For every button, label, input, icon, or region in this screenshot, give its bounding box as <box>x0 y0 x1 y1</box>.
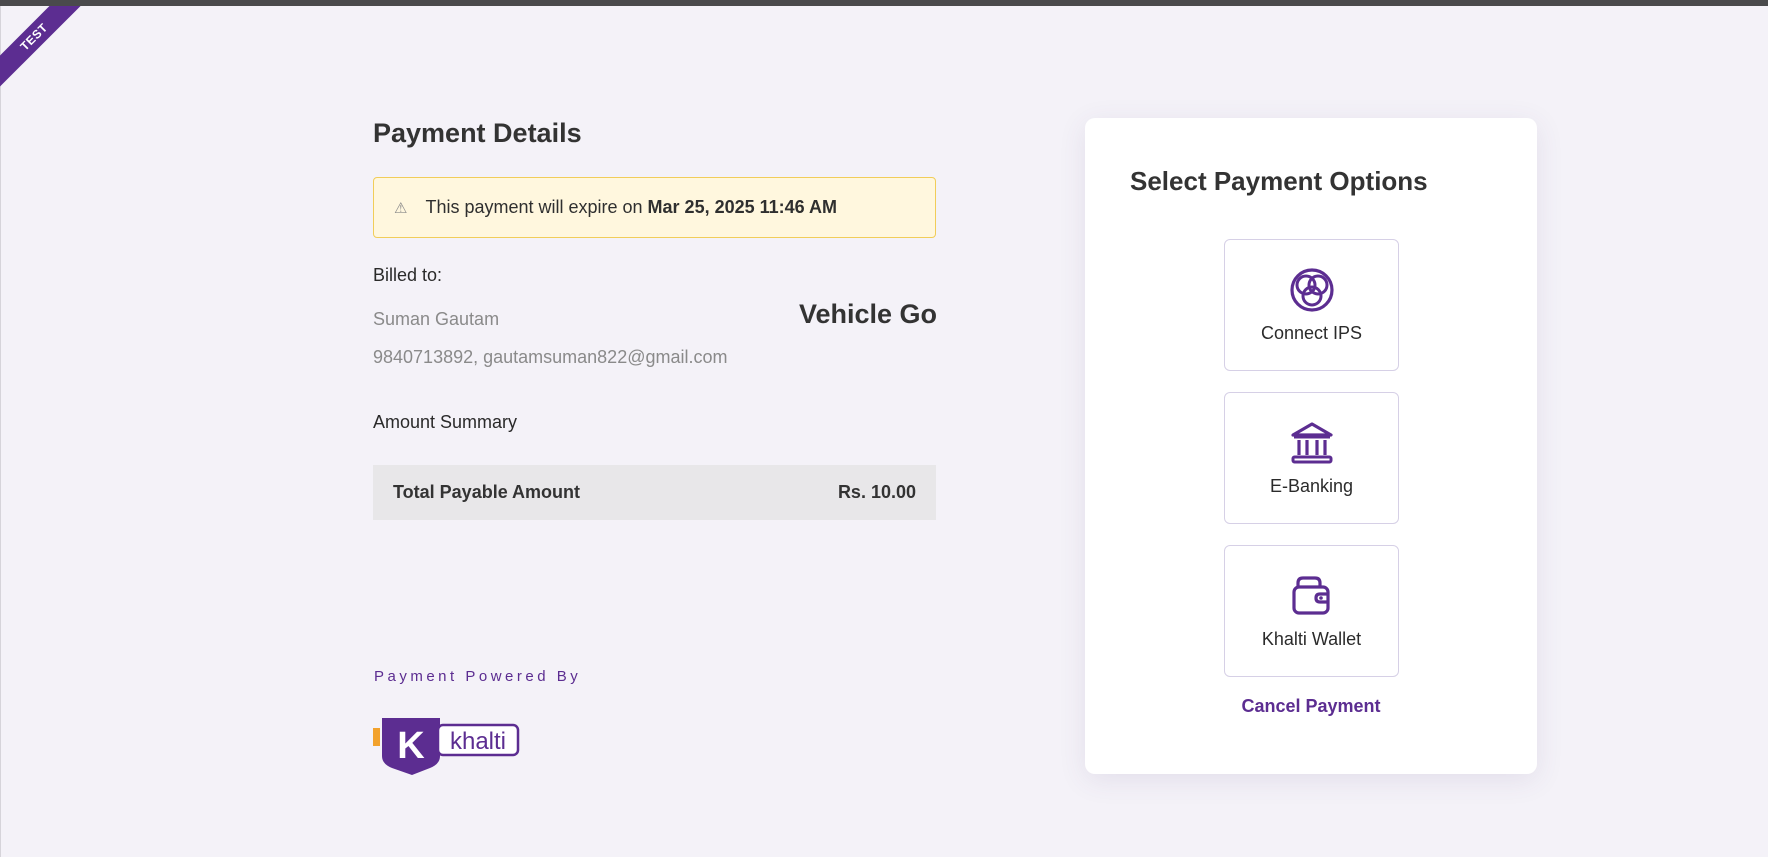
merchant-name: Vehicle Go <box>798 299 937 329</box>
payment-options-title: Select Payment Options <box>1130 166 1428 196</box>
window-top-bar <box>0 0 1768 6</box>
cancel-payment-link[interactable]: Cancel Payment <box>1085 696 1537 717</box>
khalti-logo-text: khalti <box>450 728 506 755</box>
expiry-datetime: Mar 25, 2025 11:46 AM <box>647 197 837 217</box>
amount-summary-label: Amount Summary <box>373 412 518 432</box>
expiry-notice-text: This payment will expire on <box>425 197 643 217</box>
option-label: E-Banking <box>1269 475 1354 496</box>
bank-icon <box>1290 421 1333 463</box>
billed-to-label: Billed to: <box>373 265 443 285</box>
connect-ips-icon <box>1289 267 1334 312</box>
powered-by-label: Payment Powered By <box>374 668 582 685</box>
test-ribbon: TEST <box>0 6 90 96</box>
total-payable-row: Total Payable Amount Rs. 10.00 <box>373 465 936 520</box>
total-payable-label: Total Payable Amount <box>393 482 581 502</box>
khalti-logo-letter: K <box>397 725 425 767</box>
window-left-border <box>0 6 1 857</box>
total-payable-value: Rs. 10.00 <box>837 482 916 502</box>
option-e-banking[interactable]: E-Banking <box>1224 392 1399 524</box>
option-label: Khalti Wallet <box>1261 628 1362 649</box>
expiry-notice: ⚠ This payment will expire on Mar 25, 20… <box>373 177 936 238</box>
test-ribbon-label: TEST <box>0 6 90 95</box>
wallet-icon <box>1291 575 1330 615</box>
page-title: Payment Details <box>373 118 582 148</box>
khalti-logo: K khalti <box>372 714 522 781</box>
warning-icon: ⚠ <box>394 199 408 217</box>
customer-name: Suman Gautam <box>373 309 500 329</box>
payment-options-card: Select Payment Options Connect IPS E-Ban… <box>1085 118 1537 774</box>
customer-contact: 9840713892, gautamsuman822@gmail.com <box>373 347 728 367</box>
option-khalti-wallet[interactable]: Khalti Wallet <box>1224 545 1399 677</box>
option-label: Connect IPS <box>1260 322 1363 343</box>
option-connect-ips[interactable]: Connect IPS <box>1224 239 1399 371</box>
khalti-logo-graphic: K khalti <box>373 718 520 775</box>
